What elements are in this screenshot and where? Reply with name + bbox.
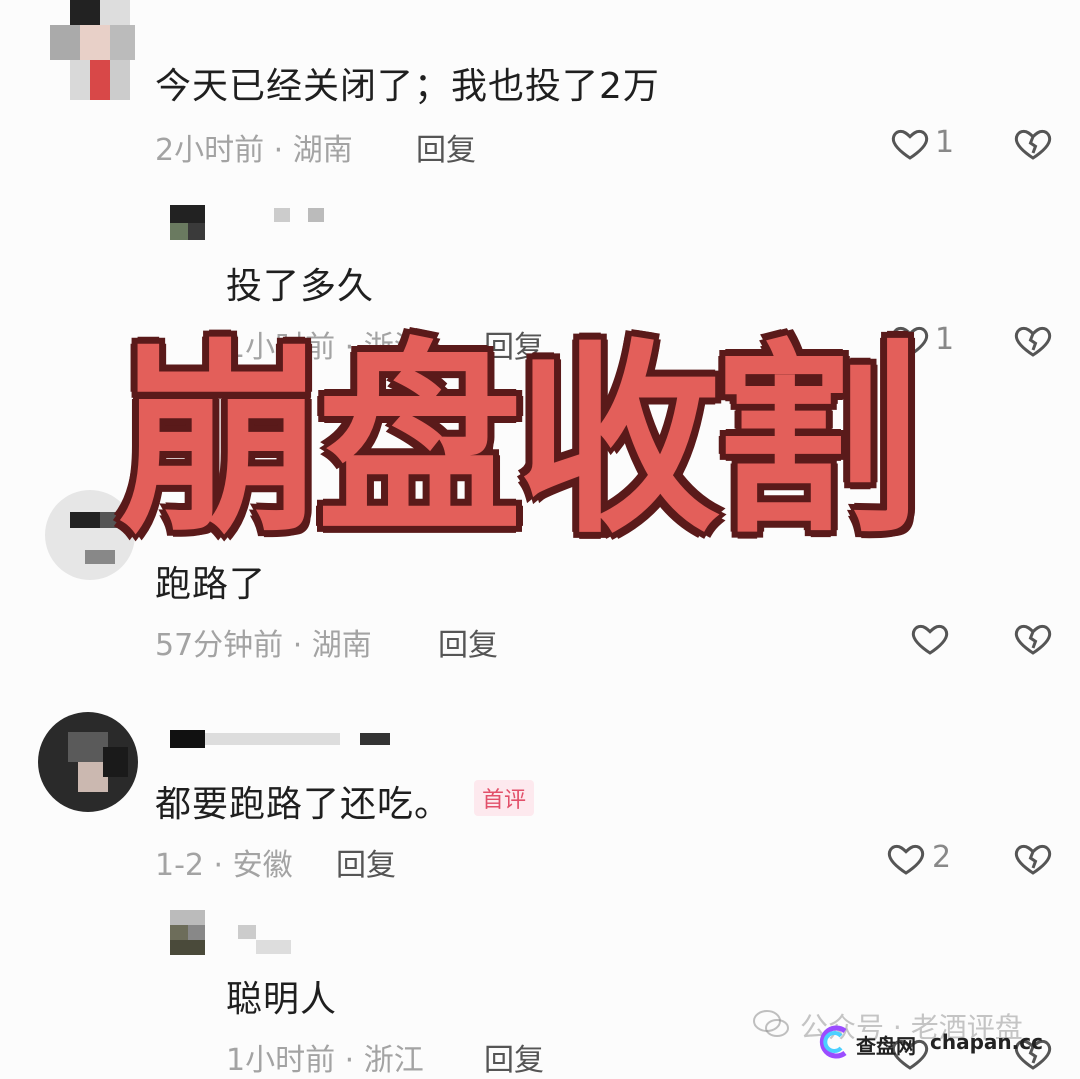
broken-heart-icon[interactable]: [1013, 838, 1053, 878]
reply-button[interactable]: 回复: [416, 125, 476, 169]
avatar[interactable]: [38, 712, 138, 812]
like-count: 1: [935, 322, 955, 357]
avatar[interactable]: [50, 0, 140, 100]
comment-text: 今天已经关闭了；我也投了2万: [155, 66, 660, 107]
chapan-logo-icon: [819, 1025, 847, 1059]
watermark-site-domain: chapan.cc: [930, 1030, 1043, 1054]
like-count: 1: [935, 125, 955, 160]
reply-button[interactable]: 回复: [484, 1035, 544, 1079]
comment-meta: 57分钟前 · 湖南: [155, 628, 372, 663]
comment-text: 跑路了: [155, 564, 267, 605]
reply-button[interactable]: 回复: [438, 620, 498, 664]
heart-icon[interactable]: [910, 618, 950, 658]
comment-meta: 2小时前 · 湖南: [155, 133, 353, 168]
wechat-icon: [753, 1010, 789, 1037]
broken-heart-icon[interactable]: [1013, 618, 1053, 658]
reply-button[interactable]: 回复: [336, 840, 396, 884]
avatar[interactable]: [170, 205, 205, 240]
username-mosaic: [170, 730, 205, 748]
username-mosaic: [256, 940, 291, 954]
comment-text: 投了多久: [226, 266, 375, 307]
first-comment-badge: 首评: [474, 780, 535, 816]
broken-heart-icon[interactable]: [1013, 123, 1053, 163]
broken-heart-icon[interactable]: [1013, 320, 1053, 360]
comment-text: 都要跑路了还吃。: [155, 784, 452, 825]
avatar[interactable]: [170, 910, 205, 955]
username-mosaic: [274, 208, 290, 222]
username-mosaic: [308, 208, 324, 222]
username-mosaic: [205, 733, 340, 745]
username-mosaic: [360, 733, 390, 745]
watermark-site-cn: 查盘网: [856, 1034, 916, 1058]
heart-icon[interactable]: [890, 123, 930, 163]
comment-text: 聪明人: [226, 979, 338, 1020]
username-mosaic: [238, 925, 256, 939]
overlay-title: 崩盘收割: [118, 323, 920, 561]
like-count: 2: [932, 840, 952, 875]
comment-meta: 1-2 · 安徽: [155, 848, 293, 883]
comment-meta: 1小时前 · 浙江: [226, 1043, 424, 1078]
heart-icon[interactable]: [886, 838, 926, 878]
